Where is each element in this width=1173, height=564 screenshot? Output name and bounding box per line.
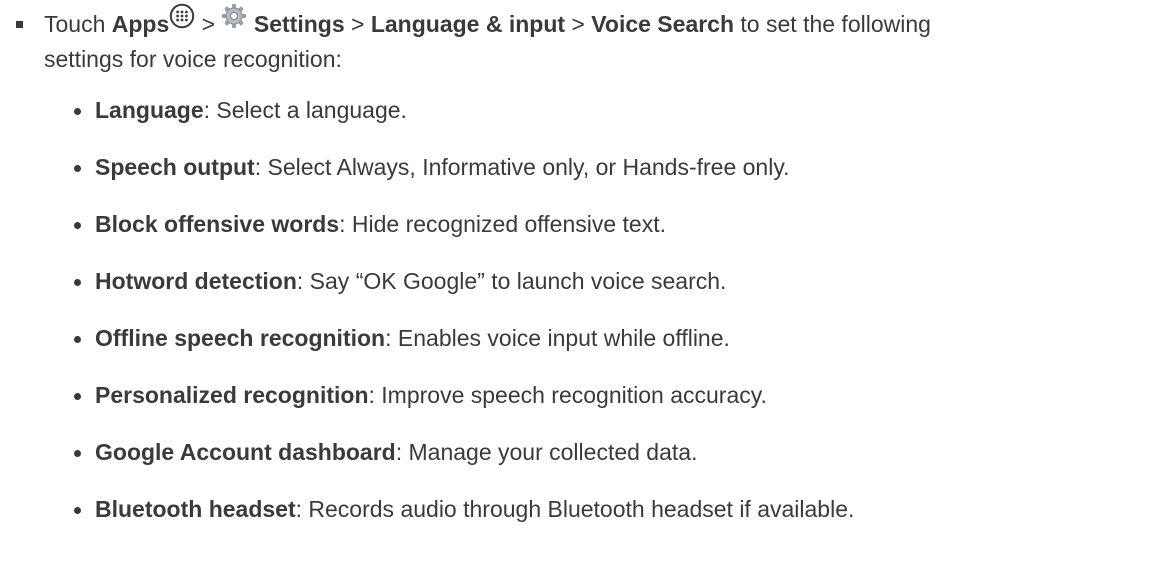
separator-2: > <box>344 11 371 37</box>
instruction-tail-1: to set the following <box>734 11 931 37</box>
bullet-dot <box>74 108 81 115</box>
setting-term: Personalized recognition <box>95 382 369 408</box>
setting-desc: : Select a language. <box>203 97 407 123</box>
setting-desc: : Improve speech recognition accuracy. <box>368 382 767 408</box>
instruction-line-1: Touch Apps > Settings > Language & input… <box>44 4 931 42</box>
list-item: Google Account dashboard: Manage your co… <box>74 437 697 467</box>
setting-desc: : Records audio through Bluetooth headse… <box>295 496 855 522</box>
setting-term: Speech output <box>95 154 255 180</box>
list-item: Bluetooth headset: Records audio through… <box>74 494 854 524</box>
bullet-dot <box>74 507 81 514</box>
language-input-label: Language & input <box>370 11 566 37</box>
setting-term: Bluetooth headset <box>95 496 296 522</box>
setting-desc: : Enables voice input while offline. <box>385 325 730 351</box>
list-item: Block offensive words: Hide recognized o… <box>74 209 666 239</box>
list-item: Personalized recognition: Improve speech… <box>74 380 767 410</box>
apps-grid-icon <box>169 3 195 36</box>
list-item: Offline speech recognition: Enables voic… <box>74 323 730 353</box>
setting-term: Language <box>95 97 204 123</box>
apps-label: Apps <box>111 11 170 37</box>
bullet-dot <box>74 450 81 457</box>
setting-term: Google Account dashboard <box>95 439 396 465</box>
setting-term: Offline speech recognition <box>95 325 386 351</box>
list-item: Language: Select a language. <box>74 95 407 125</box>
bullet-dot <box>74 165 81 172</box>
separator-1: > <box>195 11 222 37</box>
bullet-dot <box>74 336 81 343</box>
square-bullet <box>16 21 23 28</box>
list-item: Speech output: Select Always, Informativ… <box>74 152 790 182</box>
settings-label: Settings <box>253 11 345 37</box>
list-item: Hotword detection: Say “OK Google” to la… <box>74 266 726 296</box>
setting-desc: : Say “OK Google” to launch voice search… <box>296 268 727 294</box>
bullet-dot <box>74 393 81 400</box>
bullet-dot <box>74 279 81 286</box>
separator-3: > <box>565 11 592 37</box>
voice-search-label: Voice Search <box>591 11 735 37</box>
settings-gear-icon <box>221 3 247 36</box>
setting-term: Hotword detection <box>95 268 297 294</box>
bullet-dot <box>74 222 81 229</box>
touch-text: Touch <box>44 11 112 37</box>
page: Touch Apps > Settings > Language & input… <box>0 0 1173 564</box>
setting-desc: : Hide recognized offensive text. <box>339 211 666 237</box>
instruction-line-2: settings for voice recognition: <box>44 46 342 72</box>
setting-desc: : Select Always, Informative only, or Ha… <box>254 154 790 180</box>
setting-term: Block offensive words <box>95 211 340 237</box>
setting-desc: : Manage your collected data. <box>395 439 698 465</box>
